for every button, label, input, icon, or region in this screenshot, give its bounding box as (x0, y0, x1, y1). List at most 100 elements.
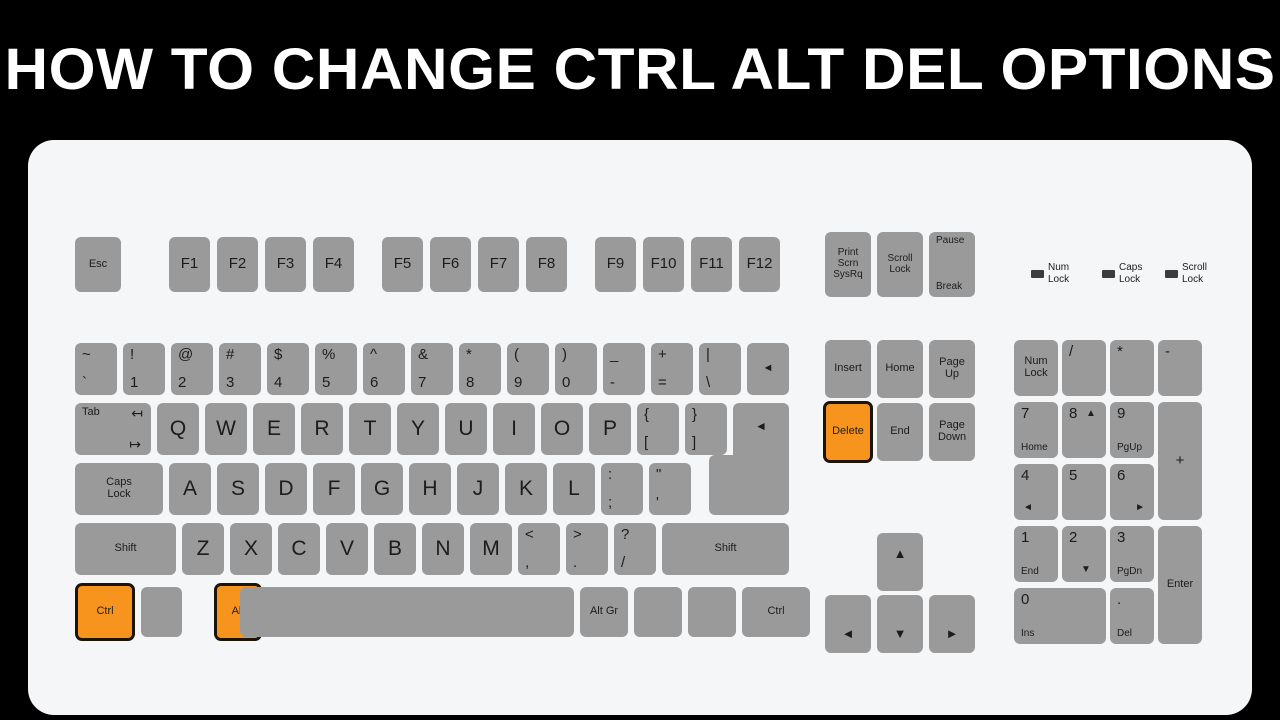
key-i[interactable]: I (493, 403, 535, 455)
key-m[interactable]: M (470, 523, 512, 575)
key-3[interactable]: # 3 (219, 343, 261, 395)
key-u[interactable]: U (445, 403, 487, 455)
key-c[interactable]: C (278, 523, 320, 575)
key-numpad-6[interactable]: 6 ► (1110, 464, 1154, 520)
key-quote[interactable]: " ' (649, 463, 691, 515)
key-numpad-4[interactable]: 4 ◄ (1014, 464, 1058, 520)
key-f[interactable]: F (313, 463, 355, 515)
key-n[interactable]: N (422, 523, 464, 575)
key-p[interactable]: P (589, 403, 631, 455)
key-5[interactable]: % 5 (315, 343, 357, 395)
key-4[interactable]: $ 4 (267, 343, 309, 395)
key-0[interactable]: ) 0 (555, 343, 597, 395)
key-f11[interactable]: F11 (691, 237, 732, 292)
key-numpad-7[interactable]: 7 Home (1014, 402, 1058, 458)
key-f5[interactable]: F5 (382, 237, 423, 292)
key-numpad-2[interactable]: 2 ▼ (1062, 526, 1106, 582)
key-ctrl-left[interactable]: Ctrl (75, 583, 135, 641)
key-end[interactable]: End (877, 403, 923, 461)
key-o[interactable]: O (541, 403, 583, 455)
key-r[interactable]: R (301, 403, 343, 455)
key-f12[interactable]: F12 (739, 237, 780, 292)
key-numpad-subtract[interactable]: - (1158, 340, 1202, 396)
key-bracket-left[interactable]: { [ (637, 403, 679, 455)
key-ctrl-right[interactable]: Ctrl (742, 587, 810, 637)
key-z[interactable]: Z (182, 523, 224, 575)
key-x[interactable]: X (230, 523, 272, 575)
key-numpad-0[interactable]: 0 Ins (1014, 588, 1106, 644)
key-numpad-9[interactable]: 9 PgUp (1110, 402, 1154, 458)
key-k[interactable]: K (505, 463, 547, 515)
key-w[interactable]: W (205, 403, 247, 455)
key-numpad-1[interactable]: 1 End (1014, 526, 1058, 582)
key-v[interactable]: V (326, 523, 368, 575)
key-esc[interactable]: Esc (75, 237, 121, 292)
key-numpad-3[interactable]: 3 PgDn (1110, 526, 1154, 582)
key-enter[interactable]: ◄ (709, 403, 789, 515)
key-home[interactable]: Home (877, 340, 923, 398)
key-f3[interactable]: F3 (265, 237, 306, 292)
key-d[interactable]: D (265, 463, 307, 515)
key-y[interactable]: Y (397, 403, 439, 455)
key-t[interactable]: T (349, 403, 391, 455)
key-backslash[interactable]: | \ (699, 343, 741, 395)
key-arrow-down[interactable]: ▼ (877, 595, 923, 653)
key-caps-lock[interactable]: Caps Lock (75, 463, 163, 515)
key-pause-break[interactable]: Pause Break (929, 232, 975, 297)
key-slash[interactable]: ? / (614, 523, 656, 575)
key-numpad-decimal[interactable]: . Del (1110, 588, 1154, 644)
key-1[interactable]: ! 1 (123, 343, 165, 395)
key-6[interactable]: ^ 6 (363, 343, 405, 395)
key-backspace[interactable]: ◄ (747, 343, 789, 395)
key-period[interactable]: > . (566, 523, 608, 575)
key-e[interactable]: E (253, 403, 295, 455)
key-numpad-divide[interactable]: / (1062, 340, 1106, 396)
key-menu[interactable] (688, 587, 736, 637)
key-alt-gr[interactable]: Alt Gr (580, 587, 628, 637)
key-s[interactable]: S (217, 463, 259, 515)
key-9[interactable]: ( 9 (507, 343, 549, 395)
key-numpad-5[interactable]: 5 (1062, 464, 1106, 520)
key-f2[interactable]: F2 (217, 237, 258, 292)
key-numpad-num-lock[interactable]: Num Lock (1014, 340, 1058, 396)
key-insert[interactable]: Insert (825, 340, 871, 398)
key-numpad-add[interactable]: + (1158, 402, 1202, 520)
key-l[interactable]: L (553, 463, 595, 515)
key-tab[interactable]: Tab ↤ ↦ (75, 403, 151, 455)
key-semicolon[interactable]: : ; (601, 463, 643, 515)
key-a[interactable]: A (169, 463, 211, 515)
key-j[interactable]: J (457, 463, 499, 515)
key-h[interactable]: H (409, 463, 451, 515)
key-delete[interactable]: Delete (823, 401, 873, 463)
key-comma[interactable]: < , (518, 523, 560, 575)
key-backtick[interactable]: ~ ` (75, 343, 117, 395)
key-f7[interactable]: F7 (478, 237, 519, 292)
key-space[interactable] (240, 587, 574, 637)
key-f10[interactable]: F10 (643, 237, 684, 292)
key-numpad-enter[interactable]: Enter (1158, 526, 1202, 644)
key-shift-right[interactable]: Shift (662, 523, 789, 575)
key-scroll-lock[interactable]: Scroll Lock (877, 232, 923, 297)
key-win-right[interactable] (634, 587, 682, 637)
key-q[interactable]: Q (157, 403, 199, 455)
key-f4[interactable]: F4 (313, 237, 354, 292)
key-arrow-right[interactable]: ► (929, 595, 975, 653)
key-numpad-multiply[interactable]: * (1110, 340, 1154, 396)
key-win-left[interactable] (141, 587, 182, 637)
key-page-down[interactable]: Page Down (929, 403, 975, 461)
key-page-up[interactable]: Page Up (929, 340, 975, 398)
key-b[interactable]: B (374, 523, 416, 575)
key-f8[interactable]: F8 (526, 237, 567, 292)
key-minus[interactable]: _ - (603, 343, 645, 395)
key-7[interactable]: & 7 (411, 343, 453, 395)
key-g[interactable]: G (361, 463, 403, 515)
key-shift-left[interactable]: Shift (75, 523, 176, 575)
key-print-screen[interactable]: Print Scrn SysRq (825, 232, 871, 297)
key-equals[interactable]: + = (651, 343, 693, 395)
key-numpad-8[interactable]: 8 ▲ (1062, 402, 1106, 458)
key-bracket-right[interactable]: } ] (685, 403, 727, 455)
key-8[interactable]: * 8 (459, 343, 501, 395)
key-arrow-left[interactable]: ◄ (825, 595, 871, 653)
key-f9[interactable]: F9 (595, 237, 636, 292)
key-f1[interactable]: F1 (169, 237, 210, 292)
